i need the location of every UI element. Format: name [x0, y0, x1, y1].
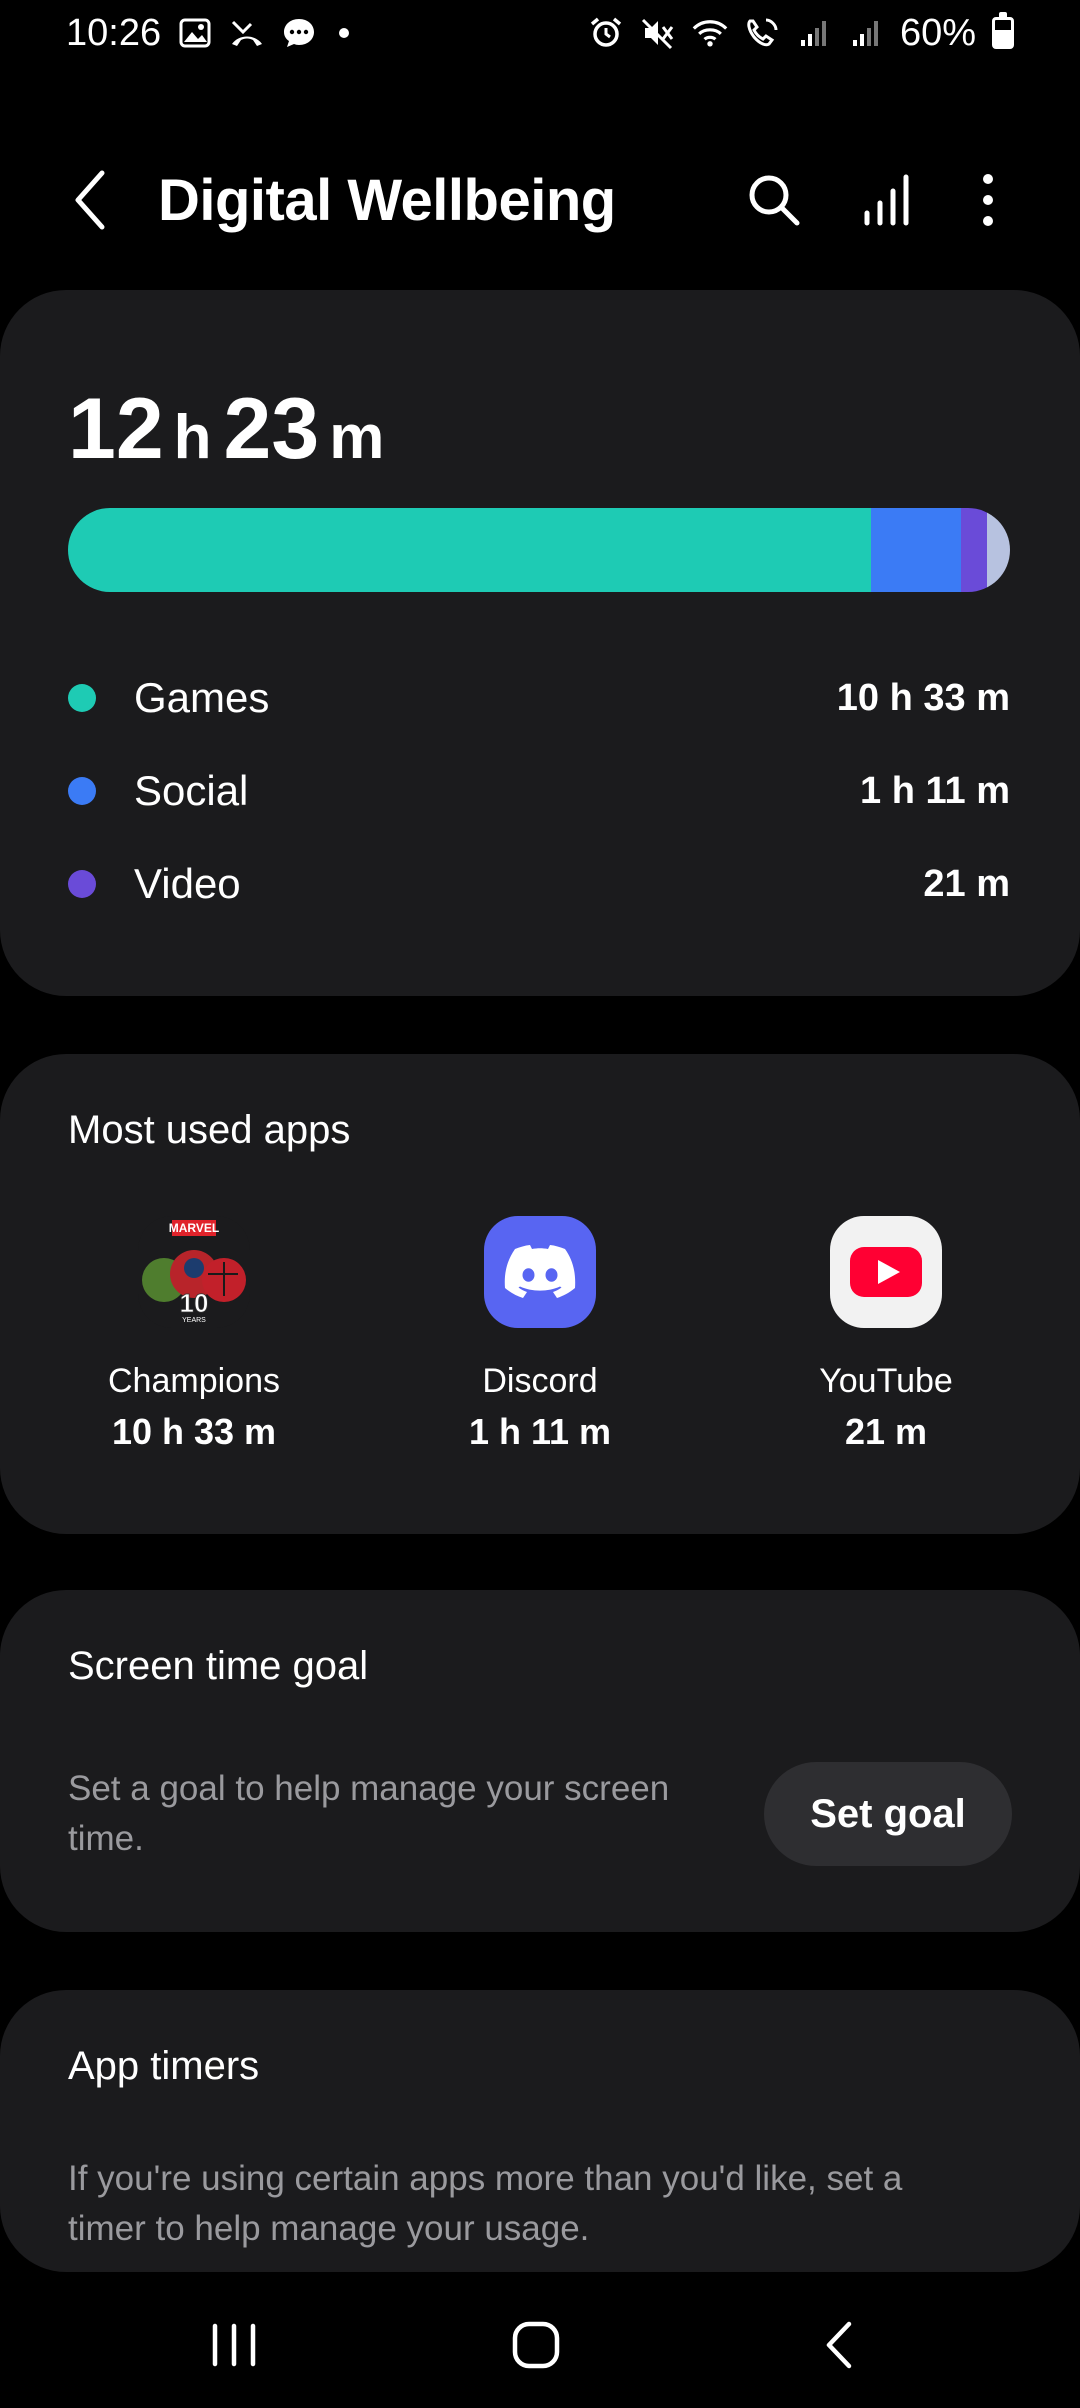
usage-segment-social: [870, 508, 961, 592]
alarm-icon: [588, 15, 624, 51]
legend-row-games: Games 10 h 33 m: [68, 668, 1010, 728]
app-timers-description: If you're using certain apps more than y…: [68, 2154, 902, 2254]
home-icon: [512, 2321, 560, 2369]
social-color-dot: [68, 777, 96, 805]
app-timers-title: App timers: [68, 2044, 260, 2088]
legend-label-social: Social: [134, 767, 249, 814]
app-timers-description-line-1: If you're using certain apps more than y…: [68, 2159, 903, 2198]
legend-value-social: 1 h 11 m: [860, 769, 1010, 812]
app-item-youtube[interactable]: YouTube 21 m: [716, 1216, 1056, 1453]
status-time: 10:26: [66, 11, 162, 54]
app-name-youtube: YouTube: [819, 1362, 953, 1400]
status-left: 10:26: [66, 11, 350, 55]
app-time-champions: 10 h 33 m: [111, 1411, 277, 1452]
gallery-notification-icon: [177, 15, 213, 51]
screen: 10:26 60% Digital Wellbeing 12 h 23 m Ga…: [0, 0, 1080, 2408]
usage-segment-games: [68, 508, 871, 592]
signal-strength-2-icon: [848, 15, 884, 51]
discord-icon: [484, 1216, 596, 1328]
svg-text:YEARS: YEARS: [182, 1317, 206, 1324]
battery-percent: 60%: [899, 11, 976, 54]
legend-value-games: 10 h 33 m: [836, 676, 1010, 719]
app-item-discord[interactable]: Discord 1 h 11 m: [370, 1216, 710, 1453]
minutes-unit: m: [329, 403, 385, 472]
wifi-calling-icon: [744, 15, 780, 51]
status-bar: 10:26 60%: [0, 0, 1080, 66]
screen-time-goal-description-line-1: Set a goal to help manage your screen: [68, 1769, 670, 1808]
legend-label-games: Games: [134, 674, 270, 721]
recents-icon: [212, 2323, 256, 2367]
total-minutes: 23: [223, 381, 320, 477]
usage-summary-card[interactable]: 12 h 23 m Games 10 h 33 m Social 1 h 11 m V…: [0, 290, 1080, 996]
svg-text:10: 10: [180, 1288, 209, 1318]
marvel-champions-icon: MARVEL 10 YEARS: [138, 1216, 250, 1328]
youtube-icon: [830, 1216, 942, 1328]
app-bar: Digital Wellbeing: [0, 150, 1080, 250]
signal-strength-1-icon: [796, 15, 832, 51]
video-color-dot: [68, 870, 96, 898]
usage-segment-other: [987, 508, 1010, 592]
set-goal-button[interactable]: Set goal: [764, 1762, 1012, 1866]
legend-label-video: Video: [134, 860, 241, 907]
message-notification-icon: [281, 15, 317, 51]
most-used-apps-card: Most used apps MARVEL 10 YEARS Champions…: [0, 1054, 1080, 1534]
screen-time-goal-card[interactable]: Screen time goal Set a goal to help mana…: [0, 1590, 1080, 1932]
wifi-icon: [692, 15, 728, 51]
app-time-youtube: 21 m: [844, 1411, 928, 1452]
app-name-discord: Discord: [482, 1362, 598, 1400]
screen-time-goal-description: Set a goal to help manage your screen ti…: [68, 1764, 669, 1864]
usage-segment-video: [960, 508, 988, 592]
most-used-apps-title: Most used apps: [68, 1108, 351, 1152]
more-options-button[interactable]: [948, 160, 1028, 240]
usage-breakdown-bar: [68, 508, 1010, 592]
search-icon: [749, 175, 800, 226]
total-hours: 12: [68, 381, 164, 477]
screen-time-goal-title: Screen time goal: [68, 1644, 369, 1688]
app-item-champions[interactable]: MARVEL 10 YEARS Champions 10 h 33 m: [24, 1216, 364, 1453]
app-name-champions: Champions: [108, 1362, 280, 1400]
more-notifications-dot-icon: [339, 28, 350, 38]
screen-time-goal-description-line-2: time.: [68, 1819, 144, 1858]
games-color-dot: [68, 684, 96, 712]
app-timers-description-line-2: timer to help manage your usage.: [68, 2209, 590, 2248]
back-icon: [826, 2321, 852, 2369]
mute-icon: [640, 15, 676, 51]
nav-back-button[interactable]: [778, 2300, 898, 2390]
battery-icon: [992, 12, 1014, 49]
status-right: 60%: [588, 12, 1014, 55]
missed-call-icon: [229, 15, 265, 51]
svg-text:MARVEL: MARVEL: [169, 1221, 219, 1235]
navigation-bar: [0, 2300, 1080, 2390]
more-options-icon: [983, 174, 993, 226]
legend-row-video: Video 21 m: [68, 854, 1010, 914]
stats-icon: [864, 174, 909, 226]
app-timers-card[interactable]: App timers If you're using certain apps …: [0, 1990, 1080, 2272]
legend-row-social: Social 1 h 11 m: [68, 761, 1010, 821]
home-button[interactable]: [476, 2300, 596, 2390]
recents-button[interactable]: [174, 2300, 294, 2390]
page-title: Digital Wellbeing: [158, 167, 616, 233]
legend-value-video: 21 m: [923, 862, 1010, 905]
total-screen-time: 12 h 23 m: [68, 380, 396, 479]
back-button[interactable]: [60, 160, 120, 240]
back-arrow-icon: [75, 170, 105, 230]
battery-level-fill: [995, 30, 1011, 46]
hours-unit: h: [173, 403, 212, 472]
search-button[interactable]: [734, 160, 814, 240]
stats-button[interactable]: [848, 160, 928, 240]
app-time-discord: 1 h 11 m: [468, 1411, 612, 1452]
